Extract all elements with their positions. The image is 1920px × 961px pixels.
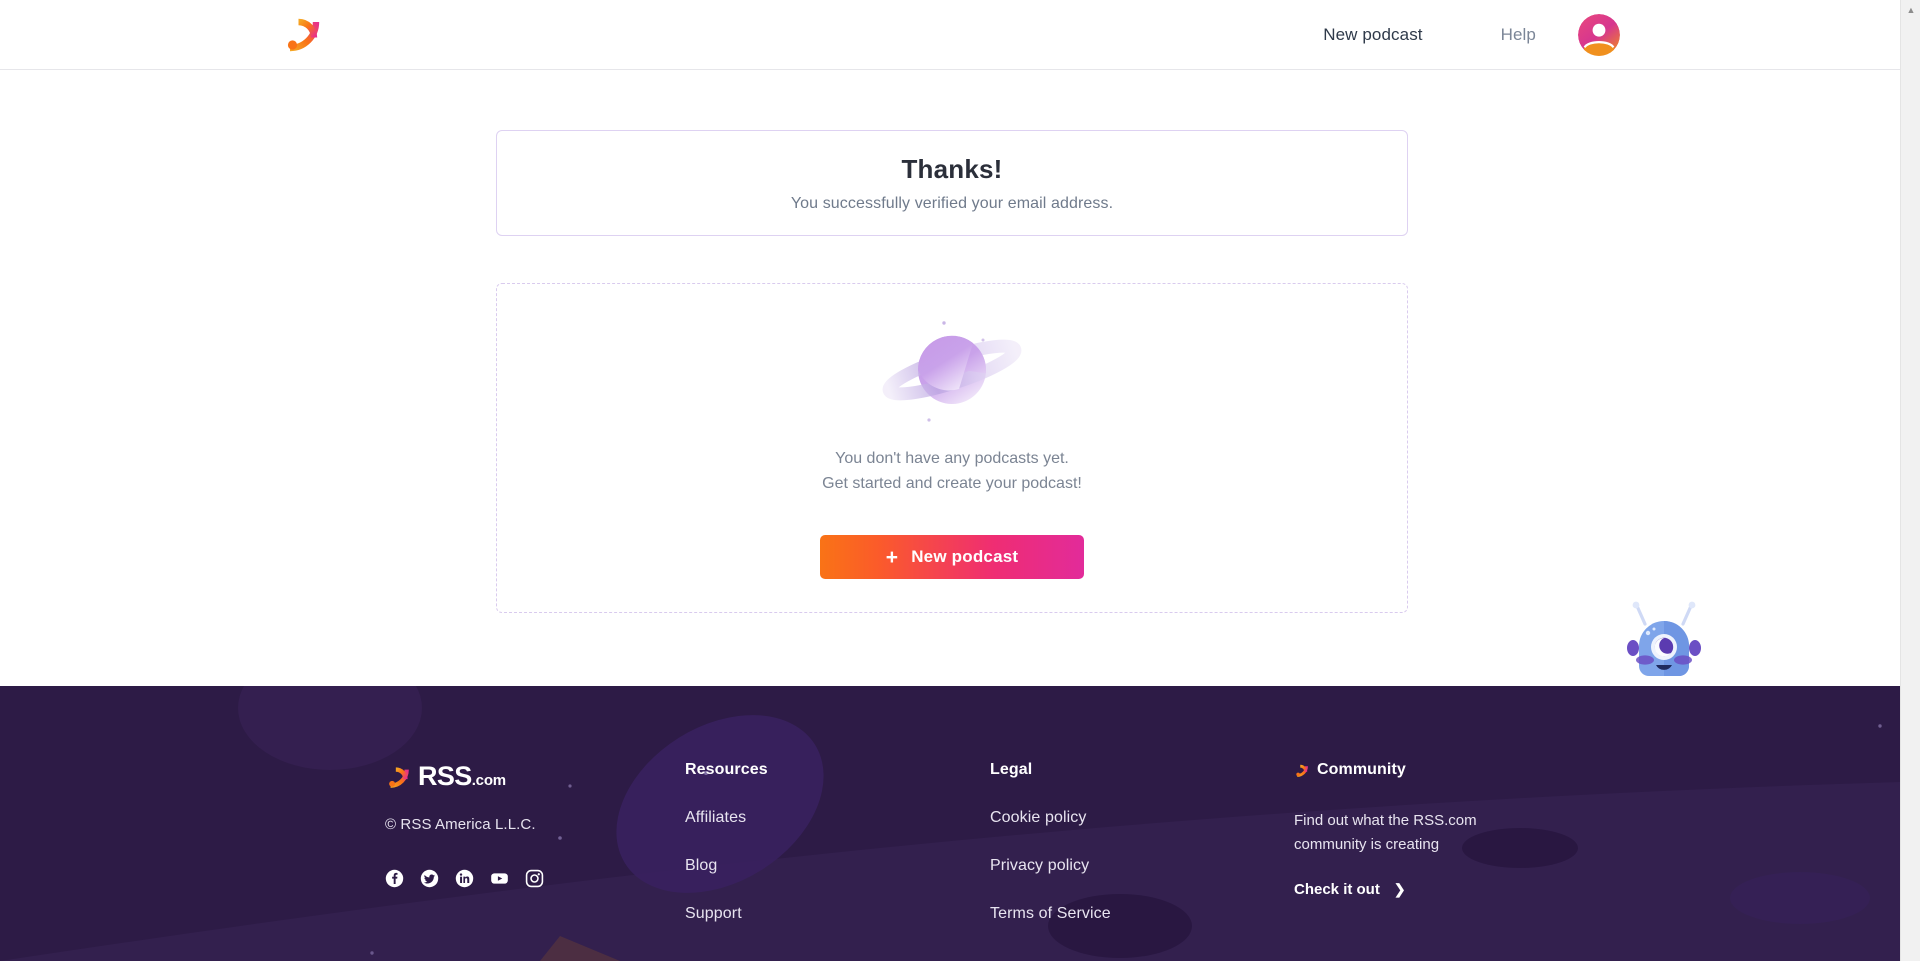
- empty-podcasts-card: You don't have any podcasts yet. Get sta…: [496, 283, 1408, 613]
- footer-link-affiliates[interactable]: Affiliates: [685, 809, 768, 827]
- site-footer: RSS.com © RSS America L.L.C. Resources A…: [0, 686, 1900, 961]
- footer-logo-text: RSS.com: [418, 761, 506, 792]
- footer-community-heading: Community: [1294, 761, 1524, 779]
- verification-card: Thanks! You successfully verified your e…: [496, 130, 1408, 236]
- twitter-icon[interactable]: [420, 869, 439, 893]
- footer-legal-column: Legal Cookie policy Privacy policy Terms…: [990, 761, 1111, 953]
- new-podcast-button[interactable]: + New podcast: [820, 535, 1084, 579]
- footer-community-heading-label: Community: [1317, 761, 1406, 778]
- new-podcast-button-label: New podcast: [911, 547, 1019, 566]
- footer-logo-name: RSS: [418, 761, 472, 791]
- page-scrollbar[interactable]: ▲: [1900, 0, 1920, 961]
- footer-link-support[interactable]: Support: [685, 905, 768, 923]
- verification-message: You successfully verified your email add…: [790, 194, 1114, 212]
- footer-legal-heading: Legal: [990, 761, 1033, 778]
- planet-icon: [852, 312, 1052, 432]
- footer-logo[interactable]: RSS.com: [385, 761, 544, 792]
- plus-icon: +: [885, 545, 899, 569]
- footer-community-column: Community Find out what the RSS.com comm…: [1294, 761, 1524, 899]
- footer-link-blog[interactable]: Blog: [685, 857, 768, 875]
- chat-bot-mascot-icon[interactable]: [1620, 596, 1708, 684]
- footer-logo-suffix: .com: [471, 772, 506, 789]
- footer-copyright: © RSS America L.L.C.: [385, 816, 536, 833]
- footer-link-privacy-policy[interactable]: Privacy policy: [990, 857, 1111, 875]
- instagram-icon[interactable]: [525, 869, 544, 893]
- footer-resources-column: Resources Affiliates Blog Support: [685, 761, 768, 953]
- footer-link-cookie-policy[interactable]: Cookie policy: [990, 809, 1111, 827]
- top-header: New podcast Help: [0, 0, 1900, 70]
- footer-community-text: Find out what the RSS.com community is c…: [1294, 812, 1477, 853]
- user-avatar-icon[interactable]: [1578, 14, 1620, 56]
- footer-resources-heading: Resources: [685, 761, 768, 778]
- scrollbar-up-arrow[interactable]: ▲: [1901, 1, 1920, 19]
- rss-logo-icon: [389, 766, 409, 788]
- rss-feed-icon: [1296, 764, 1308, 777]
- empty-state-text: You don't have any podcasts yet. Get sta…: [822, 446, 1082, 496]
- footer-link-terms-of-service[interactable]: Terms of Service: [990, 905, 1111, 923]
- chevron-right-icon: ❯: [1393, 881, 1406, 897]
- nav-new-podcast[interactable]: New podcast: [1323, 25, 1422, 45]
- header-nav: New podcast Help: [1323, 0, 1620, 70]
- footer-brand-column: RSS.com © RSS America L.L.C.: [385, 761, 544, 893]
- page-title: Thanks!: [901, 153, 1003, 184]
- facebook-icon[interactable]: [385, 869, 404, 893]
- rss-logo-icon[interactable]: [278, 10, 326, 58]
- linkedin-icon[interactable]: [455, 869, 474, 893]
- youtube-icon[interactable]: [490, 869, 509, 893]
- empty-state-line-2: Get started and create your podcast!: [822, 475, 1082, 492]
- page-root: New podcast Help Thanks! You successfull…: [0, 0, 1920, 961]
- footer-community-cta-label: Check it out: [1294, 881, 1380, 898]
- footer-community-cta[interactable]: Check it out ❯: [1294, 881, 1406, 898]
- main-content: Thanks! You successfully verified your e…: [0, 70, 1900, 686]
- footer-social-links: [385, 869, 544, 893]
- nav-help[interactable]: Help: [1501, 25, 1536, 45]
- empty-state-line-1: You don't have any podcasts yet.: [835, 450, 1069, 467]
